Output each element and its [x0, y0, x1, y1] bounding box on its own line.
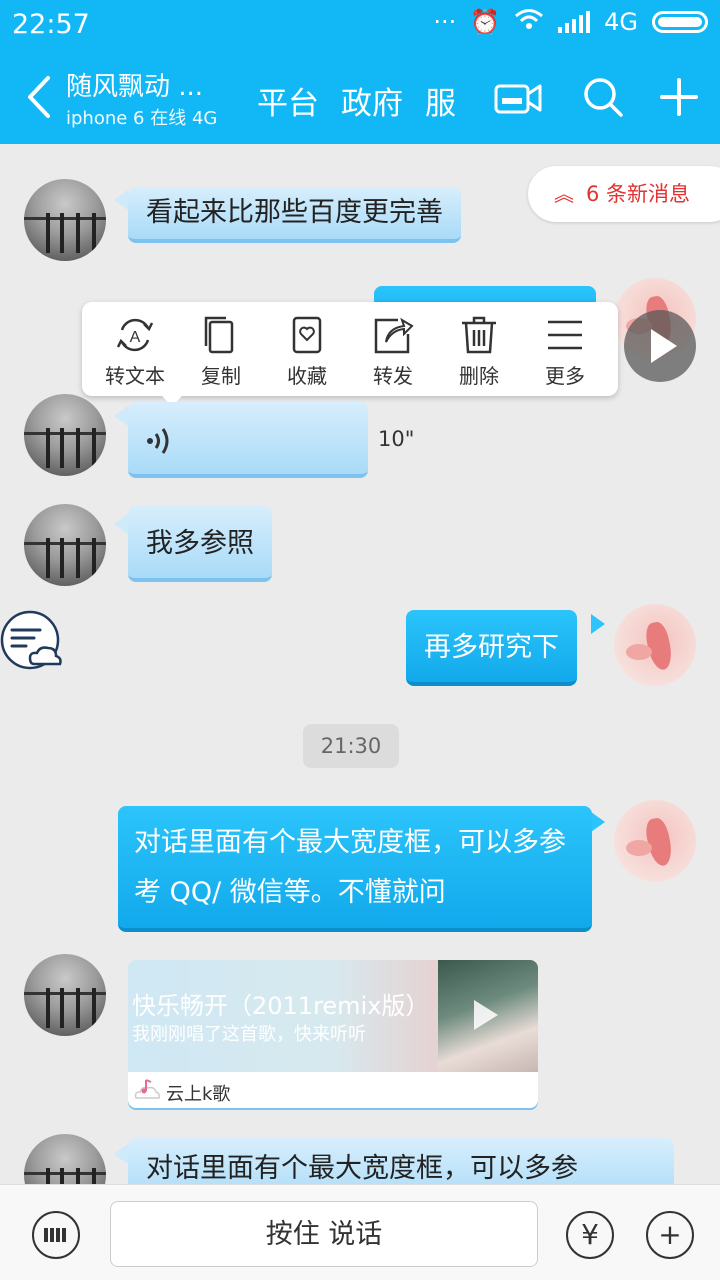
- keyboard-icon[interactable]: [32, 1211, 80, 1259]
- avatar[interactable]: [614, 800, 696, 882]
- more-icon: [548, 320, 582, 350]
- menu-item-label: 收藏: [287, 364, 327, 388]
- add-attachment-icon[interactable]: +: [646, 1211, 694, 1259]
- cloud-menu-icon[interactable]: [0, 608, 64, 672]
- more-dots-icon: ···: [433, 8, 457, 36]
- message-timestamp: 21:30: [303, 724, 399, 768]
- avatar[interactable]: [24, 954, 106, 1036]
- status-icons: ··· ⏰ 4G: [433, 8, 708, 36]
- music-share-card[interactable]: 快乐畅开（2011remix版） 我刚刚唱了这首歌，快来听听 云上k歌: [128, 960, 538, 1108]
- new-messages-label: 6 条新消息: [586, 182, 691, 206]
- network-label: 4G: [604, 8, 638, 36]
- back-arrow-icon[interactable]: [20, 72, 60, 122]
- avatar[interactable]: [24, 1134, 106, 1184]
- song-subtitle: 我刚刚唱了这首歌，快来听听: [132, 1024, 366, 1045]
- tab-platform[interactable]: 平台: [257, 78, 319, 123]
- music-note-icon: [134, 1079, 160, 1099]
- copy-icon: [204, 316, 234, 354]
- svg-text:A: A: [130, 329, 141, 346]
- play-icon[interactable]: [624, 310, 696, 382]
- voice-message-bubble[interactable]: [128, 402, 368, 478]
- menu-item-more[interactable]: 更多: [525, 302, 605, 396]
- contact-name[interactable]: 随风飘动 ...: [66, 66, 203, 103]
- menu-item-label: 转发: [373, 364, 413, 388]
- menu-item-label: 转文本: [105, 364, 165, 388]
- menu-item-label: 更多: [545, 364, 585, 388]
- chat-area[interactable]: 看起来比那些百度更完善 ︽ 6 条新消息 A 转文本 复制 收藏 转发 删除 更…: [0, 144, 720, 1184]
- plus-icon[interactable]: [660, 76, 698, 118]
- video-call-icon[interactable]: [494, 80, 542, 116]
- hold-to-talk-button[interactable]: 按住 说话: [110, 1201, 538, 1267]
- menu-item-label: 复制: [201, 364, 241, 388]
- delete-icon: [462, 316, 496, 354]
- forward-icon: [374, 317, 414, 354]
- message-bubble[interactable]: 看起来比那些百度更完善: [128, 187, 461, 243]
- red-packet-icon[interactable]: ¥: [566, 1211, 614, 1259]
- menu-item-copy[interactable]: 复制: [181, 302, 261, 396]
- card-source: 云上k歌: [166, 1084, 231, 1105]
- status-bar: 22:57 ··· ⏰ 4G: [0, 0, 720, 50]
- menu-item-forward[interactable]: 转发: [353, 302, 433, 396]
- alarm-icon: ⏰: [470, 8, 501, 36]
- search-icon[interactable]: [582, 76, 624, 118]
- voice-duration: 10": [378, 427, 415, 451]
- menu-item-label: 删除: [459, 364, 499, 388]
- menu-item-favorite[interactable]: 收藏: [267, 302, 347, 396]
- song-title: 快乐畅开（2011remix版）: [132, 992, 430, 1020]
- wifi-icon: [514, 8, 544, 36]
- new-messages-pill[interactable]: ︽ 6 条新消息: [528, 166, 720, 222]
- input-bar: 按住 说话 ¥ +: [0, 1184, 720, 1280]
- tab-government[interactable]: 政府: [341, 78, 403, 123]
- signal-icon: [558, 11, 591, 33]
- battery-icon: [652, 11, 708, 33]
- message-context-menu: A 转文本 复制 收藏 转发 删除 更多: [82, 302, 618, 406]
- double-chevron-up-icon: ︽: [554, 182, 574, 206]
- album-cover[interactable]: [438, 960, 538, 1072]
- message-bubble[interactable]: 我多参照: [128, 506, 272, 582]
- clock: 22:57: [12, 9, 90, 40]
- header-tabs: 平台 政府 服: [257, 78, 462, 123]
- avatar[interactable]: [24, 504, 106, 586]
- message-bubble[interactable]: 对话里面有个最大宽度框，可以多参考 QQ/ 微信等。不懂就问: [118, 806, 592, 932]
- avatar[interactable]: [24, 179, 106, 261]
- contact-status: iphone 6 在线 4G: [66, 108, 218, 129]
- voice-wave-icon: [147, 428, 169, 454]
- avatar[interactable]: [614, 604, 696, 686]
- tab-service[interactable]: 服: [425, 78, 456, 123]
- chat-header: 随风飘动 ... iphone 6 在线 4G 平台 政府 服: [0, 50, 720, 144]
- menu-item-convert-text[interactable]: A 转文本: [95, 302, 175, 396]
- menu-item-delete[interactable]: 删除: [439, 302, 519, 396]
- favorite-icon: [292, 316, 322, 354]
- message-bubble[interactable]: 再多研究下: [406, 610, 577, 686]
- message-bubble[interactable]: 对话里面有个最大宽度框，可以多参: [128, 1138, 674, 1184]
- avatar[interactable]: [24, 394, 106, 476]
- convert-text-icon: A: [116, 318, 154, 352]
